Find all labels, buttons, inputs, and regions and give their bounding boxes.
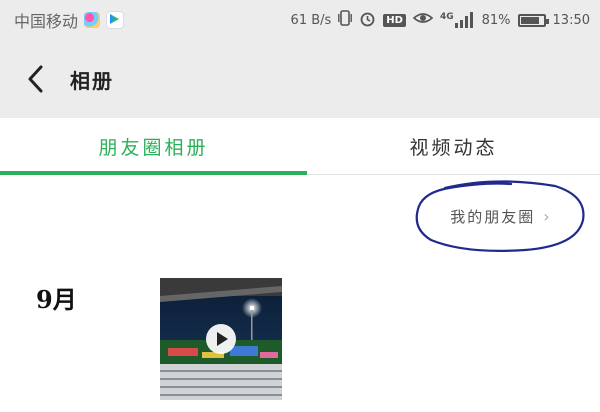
play-icon: [217, 332, 228, 346]
hd-badge: HD: [383, 13, 406, 27]
tab-label: 朋友圈相册: [98, 136, 209, 159]
network-type: 4G: [439, 12, 454, 22]
chevron-left-icon: [28, 65, 43, 93]
status-bar-left: 中国移动: [14, 8, 125, 32]
signal-icon: 4G: [440, 12, 475, 28]
play-button[interactable]: [206, 324, 236, 354]
tab-moments-album[interactable]: 朋友圈相册: [0, 118, 307, 174]
carrier-name: 中国移动: [14, 12, 79, 31]
video-thumbnail[interactable]: [160, 278, 282, 400]
month-heading: 9月: [36, 285, 77, 314]
status-bar-right: 61 B/s HD 4G 81% 13:50: [291, 10, 590, 31]
network-speed: 61 B/s: [290, 12, 332, 28]
back-button[interactable]: [0, 40, 70, 118]
flower-app-icon: [84, 12, 101, 28]
my-moments-label: 我的朋友圈: [450, 207, 536, 226]
battery-fill: [520, 16, 539, 24]
tab-bar: 朋友圈相册 视频动态: [0, 118, 600, 175]
battery-icon: [517, 13, 549, 27]
vibrate-icon: [338, 10, 353, 30]
play-store-icon: [106, 11, 125, 29]
clock-time: 13:50: [552, 12, 590, 28]
app-bar: 相册: [0, 40, 600, 118]
tab-label: 视频动态: [409, 136, 498, 159]
status-bar: 中国移动 61 B/s HD 4G 81% 13:50: [0, 0, 600, 40]
my-moments-link[interactable]: 我的朋友圈 ›: [415, 180, 585, 252]
chevron-right-icon: ›: [543, 206, 550, 226]
eye-icon: [412, 11, 434, 29]
active-tab-indicator: [0, 171, 307, 175]
alarm-clock-icon: [359, 10, 376, 31]
battery-percent: 81%: [481, 12, 511, 28]
page-title: 相册: [70, 68, 114, 93]
tab-video-updates[interactable]: 视频动态: [307, 118, 600, 174]
